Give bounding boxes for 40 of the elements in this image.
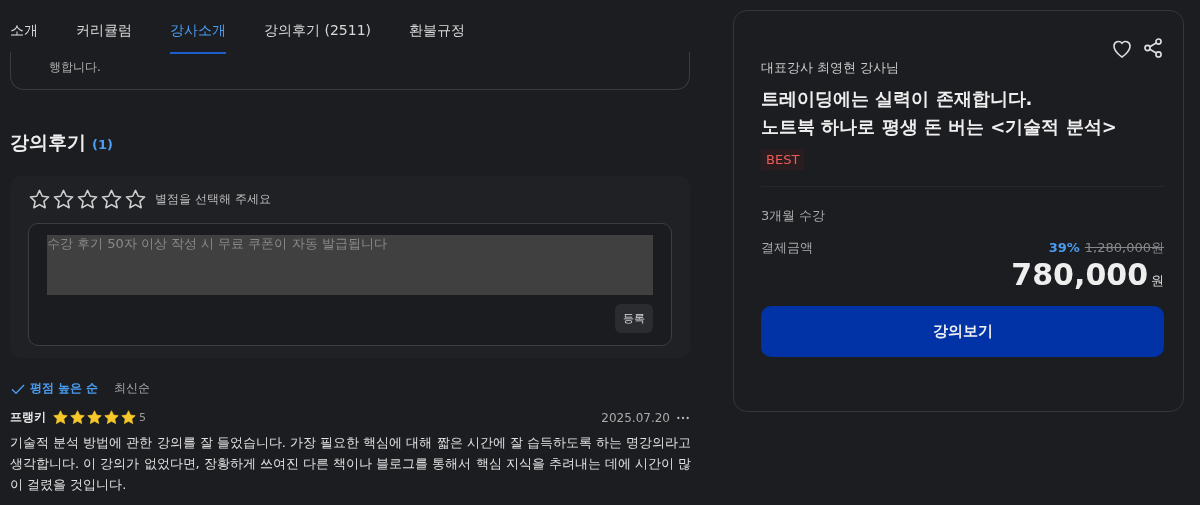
review-count: (1) (92, 137, 113, 152)
period-text: 3개월 수강 (761, 207, 827, 225)
instructor-name: 대표강사 최영현 강사님 (761, 59, 901, 77)
review-text: 기술적 분석 방법에 관한 강의를 잘 들었습니다. 가장 필요한 핵심에 대해 짧은 시간에 잘 습득하도록 하는 명강의라고 생각합니다. 이 강의가 없었다면, 장황하게 쓰여진 다른 책이나 블로그를 통해서 핵심 지식을 추려내는 데에 시간이 많이 걸렸을 것입니다. (10, 434, 693, 494)
watch-course-button[interactable]: 강의보기 (761, 306, 1164, 357)
empty-star-icon (124, 188, 147, 211)
discount-rate: 39% (1048, 240, 1080, 255)
review-input[interactable]: 수강 후기 50자 이상 작성 시 무료 쿠폰이 자동 발급됩니다 (47, 235, 653, 295)
price-label: 결제금액 (761, 239, 813, 257)
original-price: 1,280,000원 (1084, 239, 1164, 257)
share-button[interactable] (1142, 37, 1164, 61)
sort-option[interactable]: 평점 높은 순 (10, 380, 99, 397)
tab[interactable]: 소개 (10, 0, 38, 54)
filled-star-icon (69, 409, 86, 426)
final-price: 780,000 (1011, 257, 1148, 292)
tab[interactable]: 환불규정 (409, 0, 465, 54)
course-title: 트레이딩에는 실력이 존재합니다. (761, 87, 1034, 111)
empty-star-icon (76, 188, 99, 211)
filled-star-icon (52, 409, 69, 426)
rating-hint: 별점을 선택해 주세요 (155, 191, 271, 208)
sort-option[interactable]: 최신순 (114, 380, 151, 397)
tab[interactable]: 커리큘럼 (76, 0, 132, 54)
empty-star-icon (28, 188, 51, 211)
section-title: 강의후기 (10, 130, 86, 155)
empty-star-icon (100, 188, 123, 211)
empty-star-icon (52, 188, 75, 211)
course-title: 노트북 하나로 평생 돈 버는 <기술적 분석> (761, 115, 1118, 139)
share-icon (1142, 37, 1164, 59)
register-button[interactable]: 등록 (615, 304, 653, 333)
intro-text: 행합니다. (49, 60, 101, 74)
tab[interactable]: 강사소개 (170, 0, 226, 54)
filled-star-icon (120, 409, 137, 426)
filled-star-icon (103, 409, 120, 426)
rating-value: 5 (139, 411, 146, 424)
reviewer-name: 프랭키 (10, 409, 46, 426)
best-badge: BEST (761, 149, 805, 170)
review-date: 2025.07.20 (601, 410, 670, 425)
currency: 원 (1151, 272, 1164, 290)
tab[interactable]: 강의후기 (2511) (264, 0, 371, 54)
filled-star-icon (86, 409, 103, 426)
